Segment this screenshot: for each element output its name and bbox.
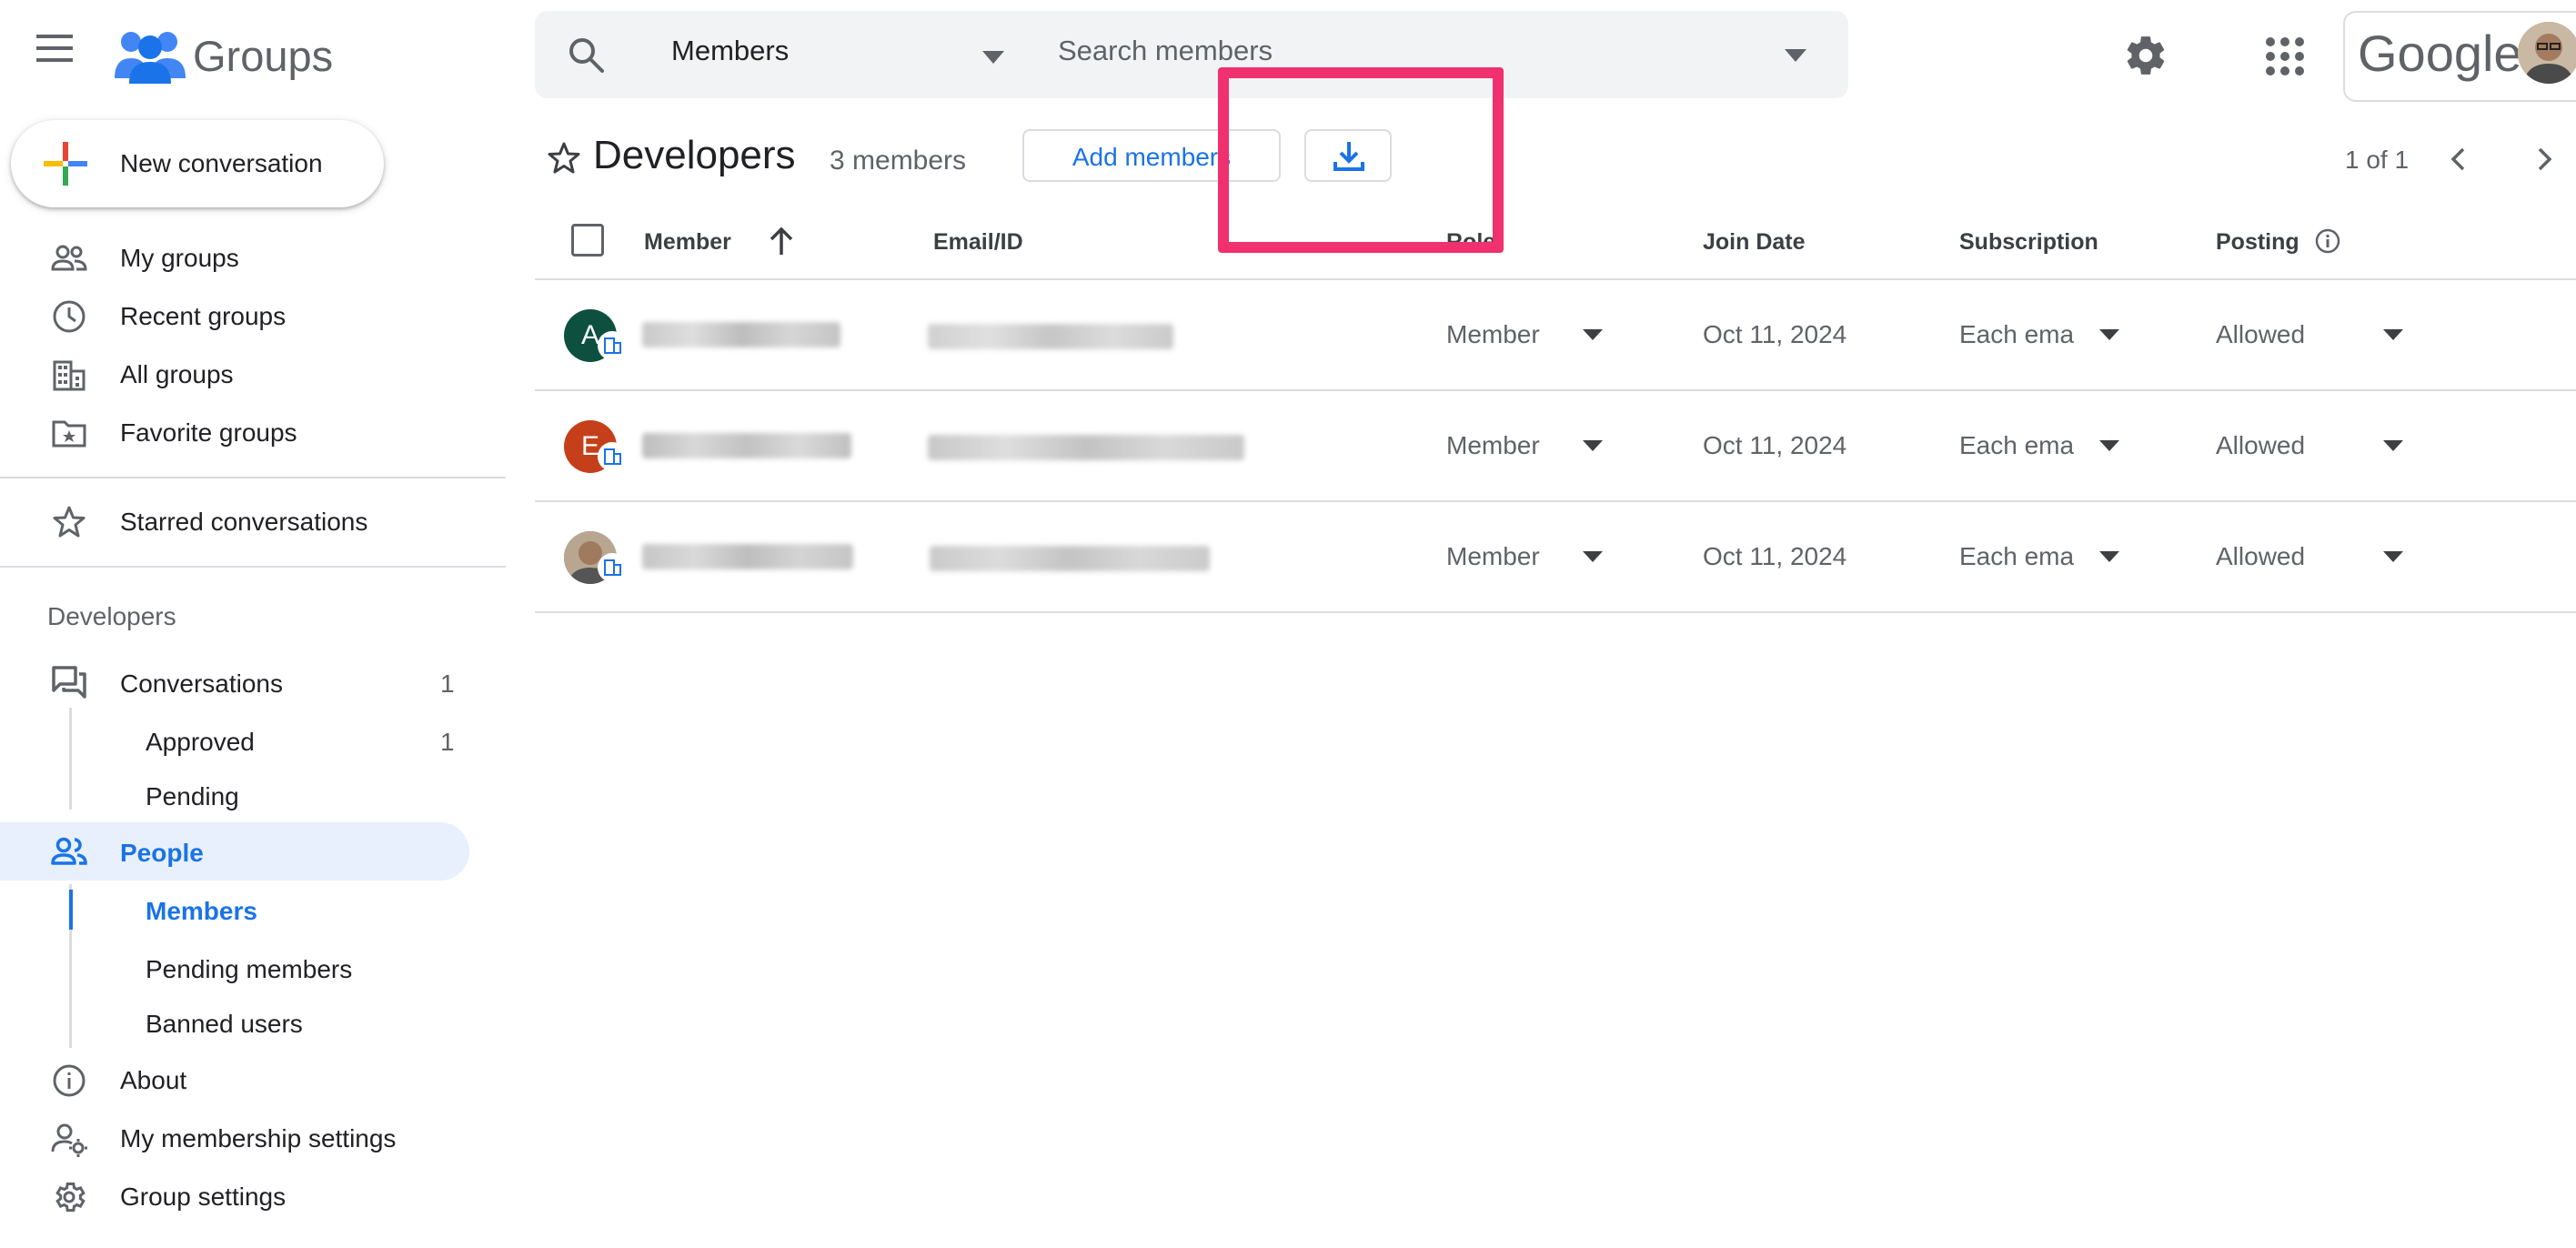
- google-wordmark: Google: [2358, 25, 2522, 82]
- sidebar-item-starred[interactable]: Starred conversations: [120, 508, 367, 537]
- chevron-left-icon[interactable]: [2443, 144, 2474, 175]
- app-name: Groups: [193, 32, 334, 80]
- chevron-right-icon[interactable]: [2529, 144, 2560, 175]
- column-header-subscription[interactable]: Subscription: [1959, 229, 2098, 256]
- table-divider: [535, 500, 2576, 502]
- clock-icon: [51, 298, 87, 335]
- sidebar-item-banned-users[interactable]: Banned users: [146, 1010, 303, 1039]
- sidebar-item-conversations[interactable]: Conversations: [120, 669, 283, 699]
- sidebar-item-recent-groups[interactable]: Recent groups: [120, 302, 286, 331]
- member-email-redacted: [928, 324, 1173, 349]
- role-select[interactable]: Member: [1446, 542, 1540, 571]
- chevron-down-icon[interactable]: [2099, 440, 2119, 451]
- join-date: Oct 11, 2024: [1703, 320, 1847, 348]
- active-indicator: [69, 890, 73, 930]
- organization-badge-icon: [599, 555, 625, 580]
- search-icon[interactable]: [566, 35, 608, 76]
- subscription-select[interactable]: Each email: [1959, 542, 2074, 571]
- chevron-down-icon[interactable]: [2099, 551, 2119, 562]
- people-outline-icon: [51, 240, 87, 277]
- star-outline-icon: [51, 504, 87, 540]
- conversations-count: 1: [440, 669, 455, 698]
- sidebar-item-group-settings[interactable]: Group settings: [120, 1183, 286, 1212]
- organization-badge-icon: [599, 444, 625, 469]
- tree-line: [69, 708, 72, 810]
- forum-icon: [51, 664, 87, 700]
- search-scope-select[interactable]: Members: [671, 35, 789, 67]
- new-conversation-label[interactable]: New conversation: [120, 149, 323, 178]
- sidebar-item-pending-members[interactable]: Pending members: [146, 955, 352, 984]
- posting-select[interactable]: Allowed: [2216, 431, 2305, 460]
- apps-grid-icon[interactable]: [2265, 36, 2305, 76]
- gear-icon[interactable]: [2123, 33, 2168, 78]
- plus-icon: [44, 142, 87, 186]
- people-icon: [51, 833, 87, 870]
- folder-star-icon: [51, 415, 87, 451]
- sidebar-item-all-groups[interactable]: All groups: [120, 360, 234, 389]
- sidebar-item-members[interactable]: Members: [146, 897, 257, 926]
- search-input[interactable]: Search members: [1058, 35, 1273, 67]
- search-options-icon[interactable]: [1785, 49, 1806, 62]
- sidebar-item-approved[interactable]: Approved: [146, 728, 255, 757]
- star-outline-icon[interactable]: [546, 140, 582, 176]
- join-date: Oct 11, 2024: [1703, 542, 1847, 570]
- chevron-down-icon[interactable]: [982, 51, 1004, 64]
- chevron-down-icon[interactable]: [2383, 329, 2403, 340]
- sidebar-divider: [0, 477, 506, 478]
- column-header-email[interactable]: Email/ID: [933, 229, 1023, 256]
- highlight-annotation-box: [1218, 67, 1504, 253]
- info-icon: [51, 1062, 87, 1099]
- sidebar-item-people[interactable]: People: [120, 839, 204, 868]
- select-all-checkbox[interactable]: [571, 224, 604, 257]
- table-divider: [535, 389, 2576, 391]
- role-select[interactable]: Member: [1446, 431, 1540, 460]
- chevron-down-icon[interactable]: [1583, 329, 1603, 340]
- member-email-redacted: [928, 435, 1244, 460]
- sidebar-divider: [0, 566, 506, 568]
- subscription-select[interactable]: Each email: [1959, 431, 2074, 460]
- building-icon: [51, 357, 87, 393]
- info-icon[interactable]: [2314, 227, 2341, 255]
- join-date: Oct 11, 2024: [1703, 431, 1847, 459]
- sidebar-item-membership-settings[interactable]: My membership settings: [120, 1124, 396, 1153]
- member-count: 3 members: [830, 146, 967, 176]
- subscription-select[interactable]: Each email: [1959, 320, 2074, 349]
- member-name-redacted: [642, 322, 840, 347]
- chevron-down-icon[interactable]: [1583, 440, 1603, 451]
- posting-select[interactable]: Allowed: [2216, 320, 2305, 349]
- sidebar-item-pending[interactable]: Pending: [146, 782, 239, 811]
- member-email-redacted: [930, 546, 1210, 571]
- approved-count: 1: [440, 728, 455, 756]
- sidebar-item-about[interactable]: About: [120, 1066, 186, 1095]
- chevron-down-icon[interactable]: [2099, 329, 2119, 340]
- group-section-title: Developers: [47, 602, 176, 630]
- table-divider: [535, 611, 2576, 613]
- chevron-down-icon[interactable]: [2383, 551, 2403, 562]
- role-select[interactable]: Member: [1446, 320, 1540, 349]
- column-header-posting[interactable]: Posting: [2216, 229, 2299, 256]
- table-divider: [535, 278, 2576, 280]
- member-name-redacted: [642, 433, 851, 458]
- posting-select[interactable]: Allowed: [2216, 542, 2305, 571]
- organization-badge-icon: [599, 333, 625, 358]
- chevron-down-icon[interactable]: [2383, 440, 2403, 451]
- column-header-join-date[interactable]: Join Date: [1703, 229, 1806, 256]
- chevron-down-icon[interactable]: [1583, 551, 1603, 562]
- groups-logo-icon: [115, 24, 186, 86]
- arrow-up-icon[interactable]: [764, 224, 799, 258]
- page-title: Developers: [593, 133, 796, 177]
- gear-icon: [51, 1179, 87, 1215]
- member-name-redacted: [642, 544, 853, 569]
- sidebar-item-my-groups[interactable]: My groups: [120, 244, 239, 273]
- user-avatar[interactable]: [2518, 22, 2576, 84]
- column-header-member[interactable]: Member: [644, 229, 731, 256]
- pagination-label: 1 of 1: [2345, 146, 2410, 174]
- main-menu-icon[interactable]: [36, 35, 86, 75]
- sidebar-item-favorite-groups[interactable]: Favorite groups: [120, 418, 297, 448]
- person-settings-icon: [51, 1121, 87, 1157]
